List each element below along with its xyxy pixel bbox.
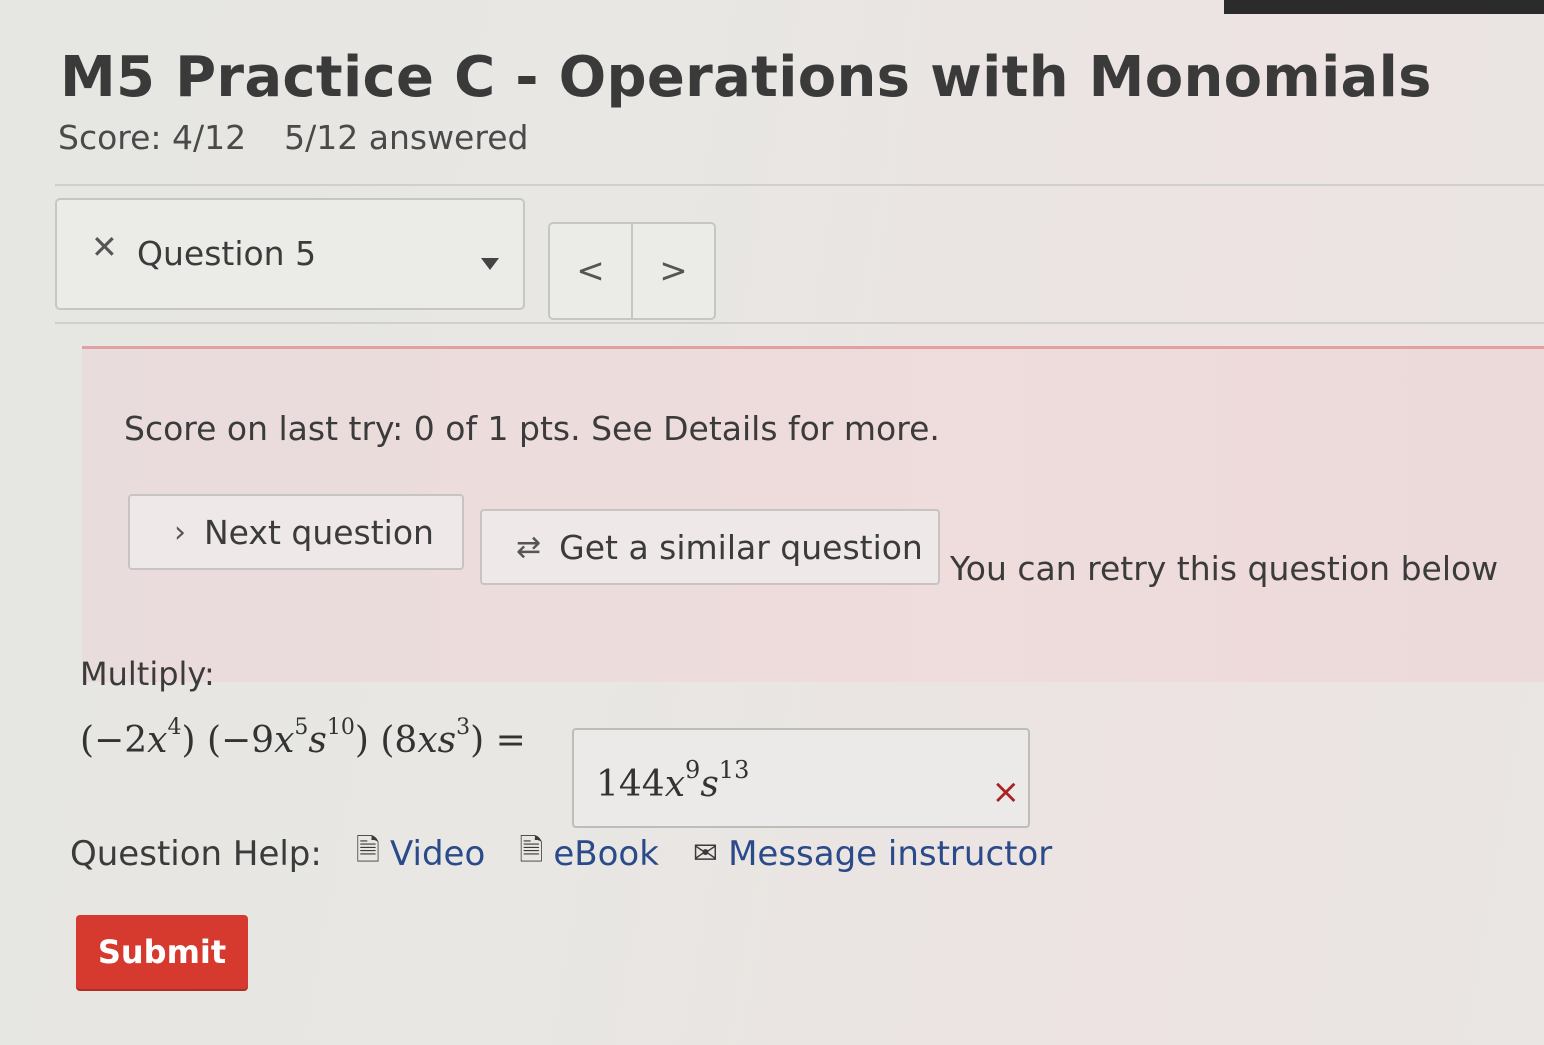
factor-2: (−9x5s10): [206, 715, 369, 761]
close-icon[interactable]: ✕: [91, 228, 118, 266]
divider: [55, 184, 1544, 186]
retry-text: You can retry this question below: [950, 549, 1499, 588]
page: M5 Practice C - Operations with Monomial…: [0, 0, 1544, 1045]
factor-3: (8xs3): [380, 715, 485, 761]
math-expression: (−2x4) (−9x5s10) (8xs3) =: [80, 715, 526, 761]
answer-value: 144x9s13: [596, 756, 750, 805]
similar-question-button[interactable]: ⇄ Get a similar question: [480, 509, 940, 585]
ebook-link-label: eBook: [553, 833, 659, 874]
document-icon: 🗎: [519, 833, 544, 868]
repeat-icon: ⇄: [516, 529, 542, 565]
question-help-label: Question Help:: [70, 833, 322, 874]
previous-question-button[interactable]: <: [550, 224, 631, 318]
question-select-label: Question 5: [137, 234, 317, 273]
similar-question-label: Get a similar question: [559, 527, 923, 567]
video-link[interactable]: 🗎 Video: [356, 828, 485, 879]
submit-button[interactable]: Submit: [76, 915, 248, 989]
top-dark-strip: [1224, 0, 1544, 14]
caret-down-icon: [481, 258, 499, 270]
score-text: Score: 4/12: [58, 118, 247, 157]
question-nav: < >: [548, 222, 716, 320]
score-alert: Score on last try: 0 of 1 pts. See Detai…: [82, 346, 1544, 682]
incorrect-mark-icon: ×: [991, 772, 1021, 812]
alert-message: Score on last try: 0 of 1 pts. See Detai…: [124, 409, 940, 448]
video-link-label: Video: [389, 833, 486, 874]
factor-1: (−2x4): [80, 715, 196, 761]
question-instruction: Multiply:: [80, 655, 215, 693]
next-question-arrow-button[interactable]: >: [631, 224, 714, 318]
answer-input[interactable]: 144x9s13 ×: [572, 728, 1030, 828]
next-question-label: Next question: [204, 512, 434, 552]
answered-text: 5/12 answered: [284, 118, 529, 157]
score-summary: Score: 4/12 5/12 answered: [58, 118, 528, 157]
message-instructor-link[interactable]: ✉ Message instructor: [693, 834, 1052, 874]
page-title: M5 Practice C - Operations with Monomial…: [60, 45, 1432, 110]
chevron-right-icon: ›: [174, 514, 186, 550]
equals-sign: =: [495, 720, 526, 761]
question-select[interactable]: ✕ Question 5: [55, 198, 525, 310]
ebook-link[interactable]: 🗎 eBook: [519, 828, 659, 879]
message-instructor-label: Message instructor: [728, 833, 1053, 874]
next-question-button[interactable]: › Next question: [128, 494, 464, 570]
envelope-icon: ✉: [692, 836, 719, 871]
question-help: Question Help: 🗎 Video 🗎 eBook ✉ Message…: [70, 828, 1052, 879]
divider: [55, 322, 1544, 324]
document-icon: 🗎: [355, 833, 380, 868]
